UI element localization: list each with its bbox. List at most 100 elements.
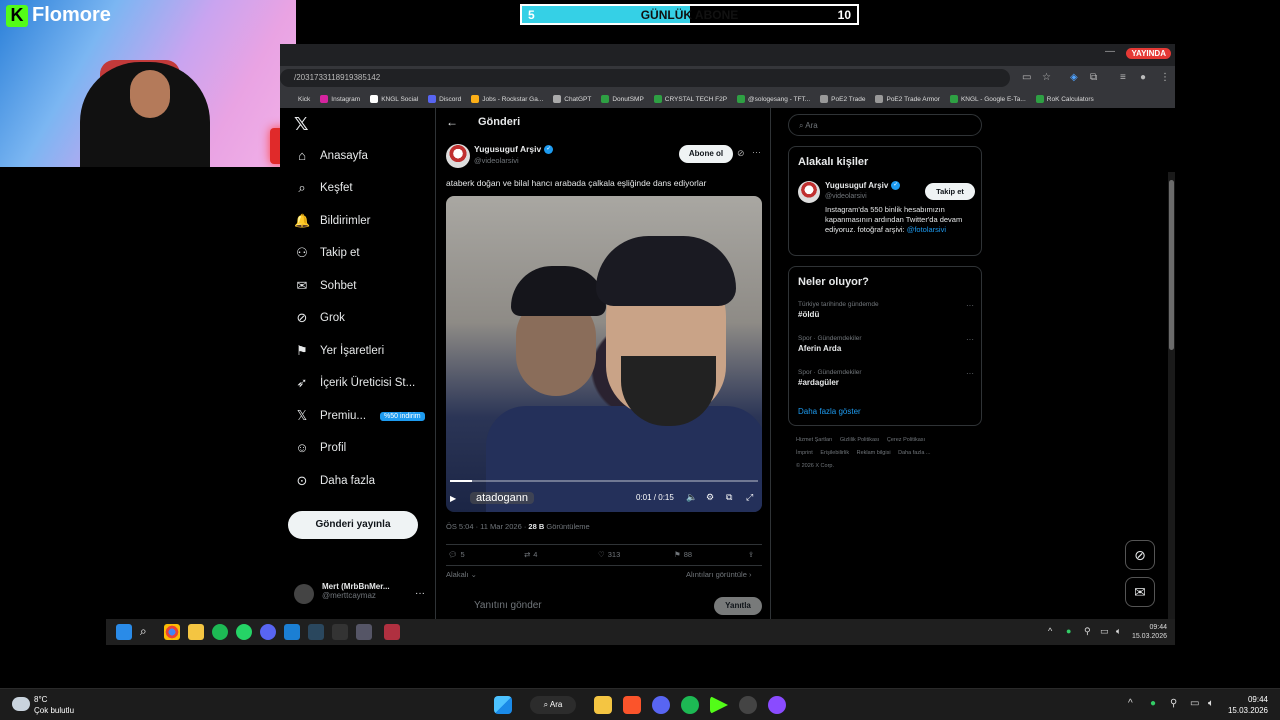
taskbar-search[interactable]: ⌕ Ara [530,696,576,714]
obs-icon[interactable] [384,624,400,640]
bookmark-item[interactable]: @sologesang - TFT... [737,95,810,103]
profile-avatar-icon[interactable]: ● [1140,72,1146,83]
volume-icon[interactable]: 🔈︎ [1116,626,1121,637]
back-arrow-icon[interactable]: ← [446,115,458,129]
bookmark-action[interactable]: ⚑ 88 [674,550,692,559]
nav-notifications[interactable]: 🔔 Bildirimler [294,213,370,229]
x-logo-icon[interactable]: 𝕏 [294,114,309,135]
settings-icon[interactable]: ⚙ [706,492,714,503]
person-avatar[interactable] [798,181,820,203]
bookmark-item[interactable]: Jobs - Rockstar Ga... [471,95,543,103]
steam-icon[interactable] [308,624,324,640]
reply-button[interactable]: Yanıtla [714,597,762,615]
play-icon[interactable]: ▶ [450,494,464,503]
bookmark-item[interactable]: KNGL - Google E-Ta... [949,95,1026,103]
video-player[interactable]: ▶ 0:01 / 0:15 🔈 ⚙ ⧉ ⤢ atadogann [446,196,762,512]
follow-button[interactable]: Takip et [925,183,975,200]
app-icon[interactable] [739,696,757,714]
author-name[interactable]: Yugusuguf Arşiv ✓ [474,144,554,154]
spotify-icon[interactable] [681,696,699,714]
app-icon[interactable] [332,624,348,640]
trend-item[interactable]: Spor · Gündemdekiler #ardagüler ··· [798,369,974,387]
weather-description[interactable]: Çok bulutlu [34,706,74,715]
nav-bookmarks[interactable]: ⚑ Yer İşaretleri [294,343,384,359]
minimize-button[interactable]: — [1105,46,1115,57]
account-more-icon[interactable]: ··· [415,588,425,599]
reply-input[interactable]: Yanıtını gönder [474,600,542,611]
app-icon[interactable] [768,696,786,714]
monitor-icon[interactable]: ▭ [1100,626,1109,637]
grok-icon[interactable]: ⊘ [737,148,745,159]
scrollbar[interactable] [1168,172,1175,619]
brave-icon[interactable] [623,696,641,714]
kick-icon[interactable] [710,696,728,714]
person-handle[interactable]: @videolarsivi [825,193,867,200]
kebab-menu-icon[interactable]: ⋮ [1160,72,1170,83]
nav-premium[interactable]: 𝕏 Premiu... %50 indirim [294,408,425,424]
volume-icon[interactable]: 🔈 [686,492,697,503]
nav-creator-studio[interactable]: ➶ İçerik Üreticisi St... [294,375,416,391]
windows-start-icon[interactable] [494,696,512,714]
clock[interactable]: 09:44 15.03.2026 [1228,694,1268,716]
monitor-icon[interactable]: ▭ [1190,698,1199,709]
cast-icon[interactable]: ▭ [1022,72,1031,83]
author-handle[interactable]: @videolarsivi [474,156,519,165]
more-options-icon[interactable]: ··· [752,147,761,157]
search-input[interactable]: ⌕ Ara [788,114,982,136]
search-icon[interactable]: ⌕ [140,624,156,640]
account-switcher[interactable]: Mert (MrbBnMer... @merttcaymaz [322,582,390,600]
bookmark-item[interactable]: KNGL Social [370,95,418,103]
grok-fab-icon[interactable]: ⊘ [1125,540,1155,570]
trend-item[interactable]: Türkiye tarihinde gündemde #öldü ··· [798,301,974,319]
bookmark-item[interactable]: Discord [428,95,461,103]
bookmark-item[interactable]: PoE2 Trade Armor [875,95,940,103]
address-bar[interactable]: /2031733118919385142 [280,69,1010,87]
weather-temperature[interactable]: 8°C [34,695,47,704]
nav-grok[interactable]: ⊘ Grok [294,310,345,326]
bookmark-item[interactable]: PoE2 Trade [820,95,865,103]
person-name[interactable]: Yugusuguf Arşiv ✓ [825,181,901,190]
author-avatar[interactable] [446,144,470,168]
chrome-icon[interactable] [164,624,180,640]
bookmark-item[interactable]: Instagram [320,95,360,103]
bio-link[interactable]: @fotolarsivi [907,225,946,234]
trend-item[interactable]: Spor · Gündemdekiler Aferin Arda ··· [798,335,974,353]
nav-home[interactable]: ⌂ Anasayfa [294,148,368,164]
nav-explore[interactable]: ⌕ Keşfet [294,180,352,196]
sort-replies-dropdown[interactable]: Alakalı ⌄ [446,570,477,579]
footer-link[interactable]: İmprint [796,450,813,456]
menu-list-icon[interactable]: ≡ [1120,72,1126,83]
footer-link[interactable]: Çerez Politikası [887,437,925,443]
extension-icon[interactable]: ◈ [1070,72,1078,83]
bookmark-item[interactable]: ChatGPT [553,95,591,103]
file-explorer-icon[interactable] [594,696,612,714]
like-action[interactable]: ♡ 313 [598,550,620,559]
view-quotes-link[interactable]: Alıntıları görüntüle › [686,570,751,579]
footer-link[interactable]: Daha fazla ... [898,450,930,456]
bookmark-item[interactable]: Kick [298,96,310,103]
whatsapp-icon[interactable] [236,624,252,640]
account-avatar[interactable] [294,584,314,604]
settings-icon[interactable] [356,624,372,640]
repost-action[interactable]: ⇄ 4 [524,550,537,559]
file-explorer-icon[interactable] [188,624,204,640]
nav-more[interactable]: ⊙ Daha fazla [294,473,375,489]
footer-link[interactable]: Reklam bilgisi [857,450,891,456]
footer-link[interactable]: Hizmet Şartları [796,437,832,443]
pip-icon[interactable]: ⧉ [726,492,732,503]
fullscreen-icon[interactable]: ⤢ [746,492,753,503]
footer-link[interactable]: Gizlilik Politikası [840,437,879,443]
post-button[interactable]: Gönderi yayınla [288,511,418,539]
reply-action[interactable]: 💬︎ 5 [448,550,465,559]
footer-link[interactable]: Erişilebilirlik [820,450,849,456]
chevron-up-icon[interactable]: ^ [1128,698,1133,709]
bookmark-item[interactable]: DonutSMP [601,95,644,103]
mic-icon[interactable]: ⚲ [1084,626,1091,637]
cloud-icon[interactable] [12,697,30,711]
bookmark-item[interactable]: RoK Calculators [1035,95,1094,103]
status-icon[interactable]: ● [1066,626,1071,636]
discord-icon[interactable] [652,696,670,714]
volume-icon[interactable]: 🔈︎ [1208,698,1214,709]
discord-icon[interactable] [260,624,276,640]
puzzle-icon[interactable]: ⧉ [1090,72,1097,83]
